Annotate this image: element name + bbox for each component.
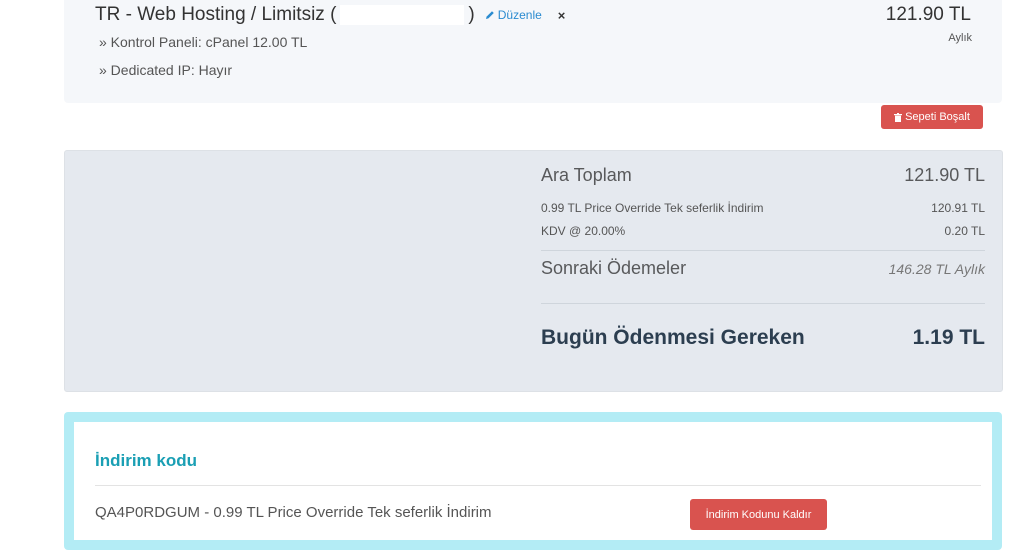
product-title-prefix: TR - Web Hosting / Limitsiz ( <box>95 4 337 25</box>
divider <box>95 485 981 486</box>
total-due-value: 1.19 TL <box>912 326 985 349</box>
discount-row: 0.99 TL Price Override Tek seferlik İndi… <box>541 201 985 215</box>
empty-cart-button[interactable]: Sepeti Boşalt <box>881 105 983 129</box>
promo-code-panel: İndirim kodu QA4P0RDGUM - 0.99 TL Price … <box>64 412 1002 550</box>
trash-icon <box>894 112 903 122</box>
subtotal-label: Ara Toplam <box>541 165 632 185</box>
subtotal-row: Ara Toplam 121.90 TL <box>541 165 985 186</box>
product-price: 121.90 TL <box>885 4 971 25</box>
product-option-control-panel: » Kontrol Paneli: cPanel 12.00 TL <box>99 34 308 50</box>
promo-code-content: İndirim kodu QA4P0RDGUM - 0.99 TL Price … <box>74 422 992 540</box>
total-due-label: Bugün Ödenmesi Gereken <box>541 326 805 349</box>
tax-label: KDV @ 20.00% <box>541 224 626 238</box>
edit-label: Düzenle <box>497 8 542 22</box>
tax-row: KDV @ 20.00% 0.20 TL <box>541 224 985 238</box>
discount-label: 0.99 TL Price Override Tek seferlik İndi… <box>541 201 764 215</box>
promo-title: İndirim kodu <box>95 451 197 470</box>
divider <box>541 303 985 304</box>
recurring-value: 146.28 TL Aylık <box>888 261 985 277</box>
product-option-dedicated-ip: » Dedicated IP: Hayır <box>99 62 233 78</box>
divider <box>541 250 985 251</box>
subtotal-value: 121.90 TL <box>904 165 985 185</box>
product-title-suffix: ) <box>468 4 475 25</box>
tax-value: 0.20 TL <box>944 224 985 238</box>
redacted-domain <box>340 5 465 25</box>
product-title: TR - Web Hosting / Limitsiz ( ) Düzenle … <box>95 4 565 26</box>
total-due-row: Bugün Ödenmesi Gereken 1.19 TL <box>541 326 985 350</box>
close-icon[interactable]: × <box>558 8 566 23</box>
cart-product-item: TR - Web Hosting / Limitsiz ( ) Düzenle … <box>64 0 1002 103</box>
pencil-icon <box>485 11 494 19</box>
billing-cycle: Aylık <box>948 32 972 44</box>
order-summary: Ara Toplam 121.90 TL 0.99 TL Price Overr… <box>64 150 1003 392</box>
empty-cart-label: Sepeti Boşalt <box>905 111 970 123</box>
remove-promo-button[interactable]: İndirim Kodunu Kaldır <box>690 499 827 530</box>
applied-promo-text: QA4P0RDGUM - 0.99 TL Price Override Tek … <box>95 504 492 521</box>
recurring-label: Sonraki Ödemeler <box>541 258 687 278</box>
discount-value: 120.91 TL <box>931 201 985 215</box>
recurring-row: Sonraki Ödemeler 146.28 TL Aylık <box>541 258 985 279</box>
edit-link[interactable]: Düzenle <box>485 8 542 22</box>
